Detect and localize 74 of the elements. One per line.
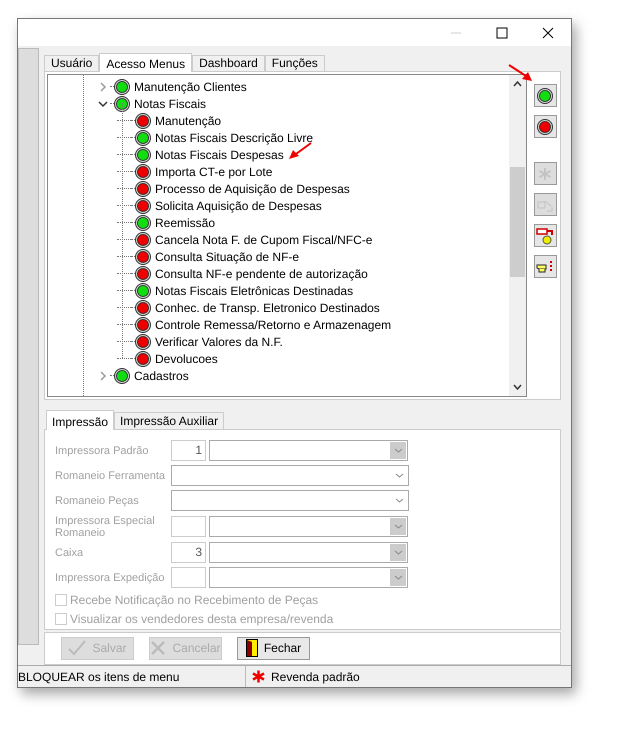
tree-item[interactable]: Manutenção Clientes — [134, 78, 247, 96]
checkbox[interactable] — [55, 612, 67, 625]
tree-item[interactable]: Notas Fiscais Eletrônicas Destinadas — [155, 282, 354, 300]
caret-icon — [395, 473, 404, 478]
expand-caret-icon[interactable] — [98, 82, 108, 92]
toolbar-button[interactable] — [534, 255, 556, 278]
code-field[interactable] — [171, 516, 206, 538]
field-label: Impressora Padrão — [55, 444, 150, 457]
scroll-up-icon[interactable] — [513, 81, 522, 87]
pointing-hand-icon — [536, 260, 554, 274]
tab[interactable]: Funções — [264, 55, 325, 71]
close-button[interactable]: Fechar — [237, 636, 310, 660]
dropdown-field[interactable] — [209, 516, 408, 538]
checkmark-icon — [68, 640, 86, 656]
code-field[interactable]: 1 — [171, 440, 206, 462]
caret-icon — [394, 524, 402, 530]
annotation-arrow — [508, 64, 534, 82]
tree-item[interactable]: Verificar Valores da N.F. — [155, 332, 283, 350]
collapse-caret-icon[interactable] — [98, 98, 108, 108]
scrollbar[interactable] — [509, 75, 526, 396]
tree-item[interactable]: Processo de Aquisição de Despesas — [155, 180, 350, 198]
tab[interactable]: Impressão — [46, 410, 114, 430]
caret-icon — [394, 448, 402, 454]
door-icon — [246, 639, 258, 658]
toolbar-button[interactable] — [534, 224, 556, 247]
tree-item[interactable]: Reemissão — [155, 214, 216, 232]
status-light-icon — [537, 88, 553, 104]
tree-item[interactable]: Cadastros — [134, 366, 189, 384]
status-text: Revenda padrão — [271, 668, 360, 686]
dropdown-field[interactable] — [171, 465, 409, 486]
caret-icon — [394, 575, 402, 580]
scroll-down-icon[interactable] — [513, 384, 522, 390]
dropdown-field[interactable] — [209, 567, 408, 588]
toolbar-button[interactable] — [534, 115, 556, 138]
field-label: Impressora Expedição — [55, 572, 166, 584]
toolbar-button[interactable] — [534, 84, 556, 107]
tab[interactable]: Usuário — [44, 55, 100, 71]
tree-item[interactable]: Importa CT-e por Lote — [155, 162, 272, 180]
field-label: Romaneio Peças — [55, 494, 140, 507]
code-field[interactable] — [171, 567, 206, 588]
dropdown-field[interactable] — [209, 440, 408, 462]
tree-item[interactable]: Conhec. de Transp. Eletronico Destinados — [155, 298, 380, 316]
caret-icon — [395, 498, 404, 504]
tree-item[interactable]: Notas Fiscais Despesas — [155, 146, 284, 164]
cross-icon — [150, 640, 166, 656]
tree-item[interactable]: Cancela Nota F. de Cupom Fiscal/NFC-e — [155, 230, 372, 248]
dropdown-field[interactable] — [209, 542, 408, 564]
tree-item[interactable]: Notas Fiscais Descrição Livre — [155, 128, 314, 146]
annotation-arrow — [288, 142, 312, 160]
status-text: BLOQUEAR os itens de menu — [18, 668, 180, 686]
tab[interactable]: Dashboard — [192, 55, 265, 71]
field-label: Romaneio Ferramenta — [55, 470, 166, 482]
asterisk-icon — [538, 166, 552, 180]
tree-item[interactable]: Devolucoes — [155, 350, 218, 368]
caret-icon — [394, 550, 402, 556]
tree-item[interactable]: Solicita Aquisição de Despesas — [155, 196, 322, 214]
field-label: Caixa — [55, 546, 84, 559]
tree-item[interactable]: Controle Remessa/Retorno e Armazenagem — [155, 316, 392, 334]
status-light-icon — [537, 118, 553, 134]
tab[interactable]: Acesso Menus — [99, 53, 192, 72]
field-label: Impressora Especial Romaneio — [55, 514, 156, 539]
tab[interactable]: Impressão Auxiliar — [114, 412, 224, 429]
tree-item[interactable]: Consulta Situação de NF-e — [155, 248, 300, 266]
code-field[interactable]: 3 — [171, 542, 206, 564]
checkbox-label: Recebe Notificação no Recebimento de Peças — [70, 592, 318, 609]
transfer-icon — [536, 226, 554, 244]
dropdown-field[interactable] — [171, 490, 409, 512]
tree-item[interactable]: Manutenção — [155, 112, 222, 130]
checkbox-label: Visualizar os vendedores desta empresa/revenda — [70, 610, 334, 628]
asterisk-icon — [252, 670, 265, 683]
tree-item[interactable]: Notas Fiscais — [134, 94, 206, 112]
checkbox[interactable] — [55, 594, 67, 606]
expand-caret-icon[interactable] — [98, 370, 108, 380]
tree-item[interactable]: Consulta NF-e pendente de autorização — [155, 264, 368, 282]
